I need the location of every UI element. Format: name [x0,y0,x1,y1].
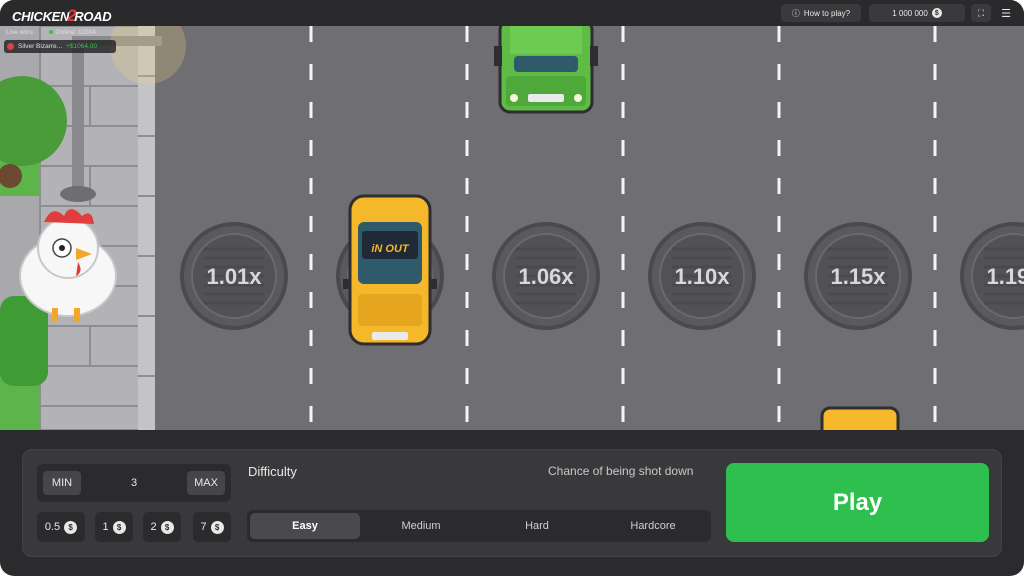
quick-bet-button[interactable]: 2 $ [143,512,181,542]
manhole-multiplier: 1.10x [648,222,756,330]
quick-bet-value: 2 [150,521,157,533]
fullscreen-icon: ⛶ [977,7,985,18]
quick-bet-value: 1 [102,521,109,533]
how-to-play-button[interactable]: ⓘ How to play? [781,4,861,22]
multiplier-label: 1.06x [518,264,574,289]
avatar-icon [7,43,14,50]
fullscreen-button[interactable]: ⛶ [971,4,991,22]
online-label: Online: [55,29,77,36]
live-win-entry: Silver Bizarre... +$1064.00 [4,40,116,53]
coin-icon: $ [210,520,224,534]
multiplier-label: 1.15x [830,264,886,289]
manhole-multiplier: 1.06x [492,222,600,330]
live-wins-label: Live wins: [6,29,35,36]
bet-amount-box: MIN 3 MAX [37,464,231,502]
coin-icon: $ [112,520,126,534]
tab-hard[interactable]: Hard [482,513,592,539]
manhole-multiplier: 1.15x [804,222,912,330]
coin-icon: $ [160,520,174,534]
info-icon: ⓘ [791,8,800,18]
multiplier-label: 1.10x [674,264,730,289]
balance-display: 1 000 000 $ [869,4,965,22]
green-truck [494,26,598,114]
tab-hardcore[interactable]: Hardcore [598,513,708,539]
balance-value: 1 000 000 [892,8,928,18]
yellow-taxi: iN OUT [343,194,437,346]
game-frame: CHICKEN2ROAD ⓘ How to play? 1 000 000 $ … [0,0,1024,576]
online-count: 11004 [77,29,96,36]
live-wins-panel: Live wins: Online: 11004 Silver Bizarre.… [4,27,164,53]
taxi-sign: iN OUT [371,243,410,255]
coin-icon: $ [931,8,942,18]
game-scene: 1.01x1.04x1.06x1.10x1.15x1.19x iN OUT [0,26,1024,430]
max-bet-button[interactable]: MAX [187,471,225,495]
tab-medium[interactable]: Medium [366,513,476,539]
multiplier-label: 1.19x [986,264,1024,289]
top-bar: CHICKEN2ROAD ⓘ How to play? 1 000 000 $ … [0,0,1024,26]
min-bet-button[interactable]: MIN [43,471,81,495]
bet-amount-input[interactable]: 3 [87,464,181,502]
quick-bet-button[interactable]: 0.5 $ [37,512,85,542]
difficulty-tabs: Easy Medium Hard Hardcore [247,510,711,542]
menu-icon: ☰ [1001,7,1011,20]
win-amount: +$1064.00 [66,43,97,50]
quick-bet-value: 7 [200,521,207,533]
difficulty-label: Difficulty [248,464,297,479]
online-dot-icon [48,30,53,34]
tab-easy[interactable]: Easy [250,513,360,539]
road-scene: 1.01x1.04x1.06x1.10x1.15x1.19x iN OUT [0,26,1024,430]
manhole-multiplier: 1.01x [180,222,288,330]
how-to-play-label: How to play? [803,8,851,18]
chance-label: Chance of being shot down [548,464,694,478]
control-panel: MIN 3 MAX 0.5 $ 1 $ 2 $ 7 $ Difficulty Chanc… [22,449,1002,557]
menu-button[interactable]: ☰ [997,4,1015,22]
play-button[interactable]: Play [726,463,989,542]
multiplier-label: 1.01x [206,264,262,289]
coin-icon: $ [64,520,78,534]
quick-bet-value: 0.5 [44,521,61,533]
yellow-car-partial [820,406,900,430]
win-player-name: Silver Bizarre... [18,43,63,50]
game-logo: CHICKEN2ROAD [12,6,112,25]
quick-bet-button[interactable]: 7 $ [193,512,231,542]
quick-bet-button[interactable]: 1 $ [95,512,133,542]
